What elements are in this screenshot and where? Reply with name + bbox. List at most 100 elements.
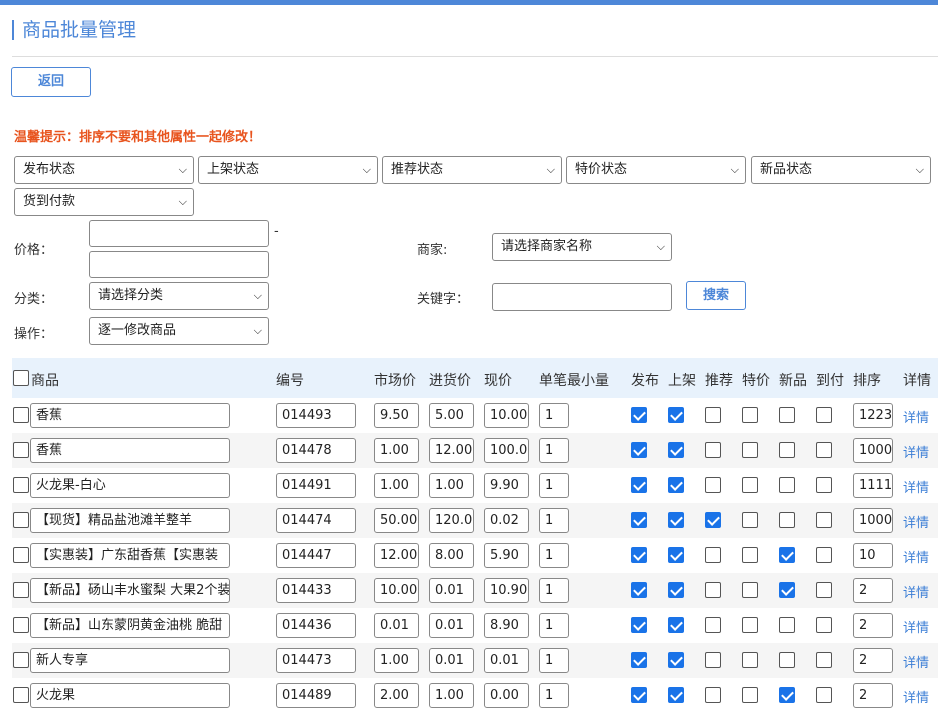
min-qty-input[interactable]: 1	[539, 438, 569, 463]
select-all-checkbox[interactable]	[13, 370, 29, 386]
publish-status-select[interactable]: 发布状态 ⌵	[14, 156, 194, 184]
purchase-price-input[interactable]: 8.00	[429, 543, 474, 568]
market-price-input[interactable]: 1.00	[374, 473, 419, 498]
special-checkbox[interactable]	[742, 617, 758, 633]
current-price-input[interactable]: 100.0	[484, 438, 529, 463]
purchase-price-input[interactable]: 0.01	[429, 578, 474, 603]
special-checkbox[interactable]	[742, 477, 758, 493]
purchase-price-input[interactable]: 1.00	[429, 683, 474, 708]
special-checkbox[interactable]	[742, 512, 758, 528]
shelf-checkbox[interactable]	[668, 547, 684, 563]
product-code-input[interactable]: 014474	[276, 508, 356, 533]
sort-input[interactable]: 1223	[853, 403, 893, 428]
special-checkbox[interactable]	[742, 687, 758, 703]
product-code-input[interactable]: 014493	[276, 403, 356, 428]
product-name-input[interactable]: 香蕉	[30, 403, 230, 428]
min-qty-input[interactable]: 1	[539, 578, 569, 603]
recommend-checkbox[interactable]	[705, 407, 721, 423]
row-select-checkbox[interactable]	[13, 582, 29, 598]
merchant-select[interactable]: 请选择商家名称 ⌵	[492, 233, 672, 261]
cod-checkbox[interactable]	[816, 477, 832, 493]
detail-link[interactable]: 详情	[903, 407, 929, 426]
back-button[interactable]: 返回	[11, 67, 91, 97]
current-price-input[interactable]: 8.90	[484, 613, 529, 638]
row-select-checkbox[interactable]	[13, 687, 29, 703]
publish-checkbox[interactable]	[631, 547, 647, 563]
detail-link[interactable]: 详情	[903, 652, 929, 671]
shelf-checkbox[interactable]	[668, 407, 684, 423]
cod-checkbox[interactable]	[816, 512, 832, 528]
min-qty-input[interactable]: 1	[539, 473, 569, 498]
detail-link[interactable]: 详情	[903, 512, 929, 531]
market-price-input[interactable]: 2.00	[374, 683, 419, 708]
product-code-input[interactable]: 014473	[276, 648, 356, 673]
product-name-input[interactable]: 【新品】山东蒙阴黄金油桃 脆甜	[30, 613, 230, 638]
product-code-input[interactable]: 014491	[276, 473, 356, 498]
current-price-input[interactable]: 0.00	[484, 683, 529, 708]
min-qty-input[interactable]: 1	[539, 683, 569, 708]
shelf-checkbox[interactable]	[668, 477, 684, 493]
row-select-checkbox[interactable]	[13, 547, 29, 563]
product-name-input[interactable]: 【新品】砀山丰水蜜梨 大果2个装	[30, 578, 230, 603]
special-checkbox[interactable]	[742, 547, 758, 563]
recommend-checkbox[interactable]	[705, 477, 721, 493]
purchase-price-input[interactable]: 1.00	[429, 473, 474, 498]
new-checkbox[interactable]	[779, 442, 795, 458]
market-price-input[interactable]: 1.00	[374, 648, 419, 673]
purchase-price-input[interactable]: 0.01	[429, 613, 474, 638]
sort-input[interactable]: 2	[853, 648, 893, 673]
row-select-checkbox[interactable]	[13, 512, 29, 528]
cod-status-select[interactable]: 货到付款 ⌵	[14, 188, 194, 216]
sort-input[interactable]: 10	[853, 543, 893, 568]
market-price-input[interactable]: 12.00	[374, 543, 419, 568]
detail-link[interactable]: 详情	[903, 617, 929, 636]
search-button[interactable]: 搜索	[686, 281, 746, 310]
publish-checkbox[interactable]	[631, 652, 647, 668]
min-qty-input[interactable]: 1	[539, 403, 569, 428]
shelf-checkbox[interactable]	[668, 617, 684, 633]
cod-checkbox[interactable]	[816, 442, 832, 458]
price-max-input[interactable]	[89, 251, 269, 278]
min-qty-input[interactable]: 1	[539, 613, 569, 638]
cod-checkbox[interactable]	[816, 687, 832, 703]
publish-checkbox[interactable]	[631, 442, 647, 458]
cod-checkbox[interactable]	[816, 547, 832, 563]
new-checkbox[interactable]	[779, 407, 795, 423]
sort-input[interactable]: 2	[853, 683, 893, 708]
cod-checkbox[interactable]	[816, 582, 832, 598]
publish-checkbox[interactable]	[631, 582, 647, 598]
special-status-select[interactable]: 特价状态 ⌵	[566, 156, 746, 184]
detail-link[interactable]: 详情	[903, 687, 929, 706]
publish-checkbox[interactable]	[631, 687, 647, 703]
sort-input[interactable]: 1111	[853, 473, 893, 498]
product-name-input[interactable]: 【实惠装】广东甜香蕉【实惠装	[30, 543, 230, 568]
current-price-input[interactable]: 0.01	[484, 648, 529, 673]
product-name-input[interactable]: 香蕉	[30, 438, 230, 463]
special-checkbox[interactable]	[742, 582, 758, 598]
product-code-input[interactable]: 014436	[276, 613, 356, 638]
publish-checkbox[interactable]	[631, 512, 647, 528]
purchase-price-input[interactable]: 120.0	[429, 508, 474, 533]
market-price-input[interactable]: 9.50	[374, 403, 419, 428]
new-status-select[interactable]: 新品状态 ⌵	[751, 156, 931, 184]
detail-link[interactable]: 详情	[903, 477, 929, 496]
publish-checkbox[interactable]	[631, 617, 647, 633]
price-min-input[interactable]	[89, 220, 269, 247]
current-price-input[interactable]: 10.00	[484, 403, 529, 428]
keyword-input[interactable]	[492, 283, 672, 311]
shelf-checkbox[interactable]	[668, 687, 684, 703]
market-price-input[interactable]: 10.00	[374, 578, 419, 603]
new-checkbox[interactable]	[779, 512, 795, 528]
product-code-input[interactable]: 014447	[276, 543, 356, 568]
operation-select[interactable]: 逐一修改商品 ⌵	[89, 317, 269, 345]
recommend-checkbox[interactable]	[705, 617, 721, 633]
recommend-checkbox[interactable]	[705, 547, 721, 563]
recommend-checkbox[interactable]	[705, 652, 721, 668]
new-checkbox[interactable]	[779, 547, 795, 563]
product-name-input[interactable]: 新人专享	[30, 648, 230, 673]
row-select-checkbox[interactable]	[13, 652, 29, 668]
detail-link[interactable]: 详情	[903, 547, 929, 566]
cod-checkbox[interactable]	[816, 652, 832, 668]
row-select-checkbox[interactable]	[13, 617, 29, 633]
market-price-input[interactable]: 0.01	[374, 613, 419, 638]
